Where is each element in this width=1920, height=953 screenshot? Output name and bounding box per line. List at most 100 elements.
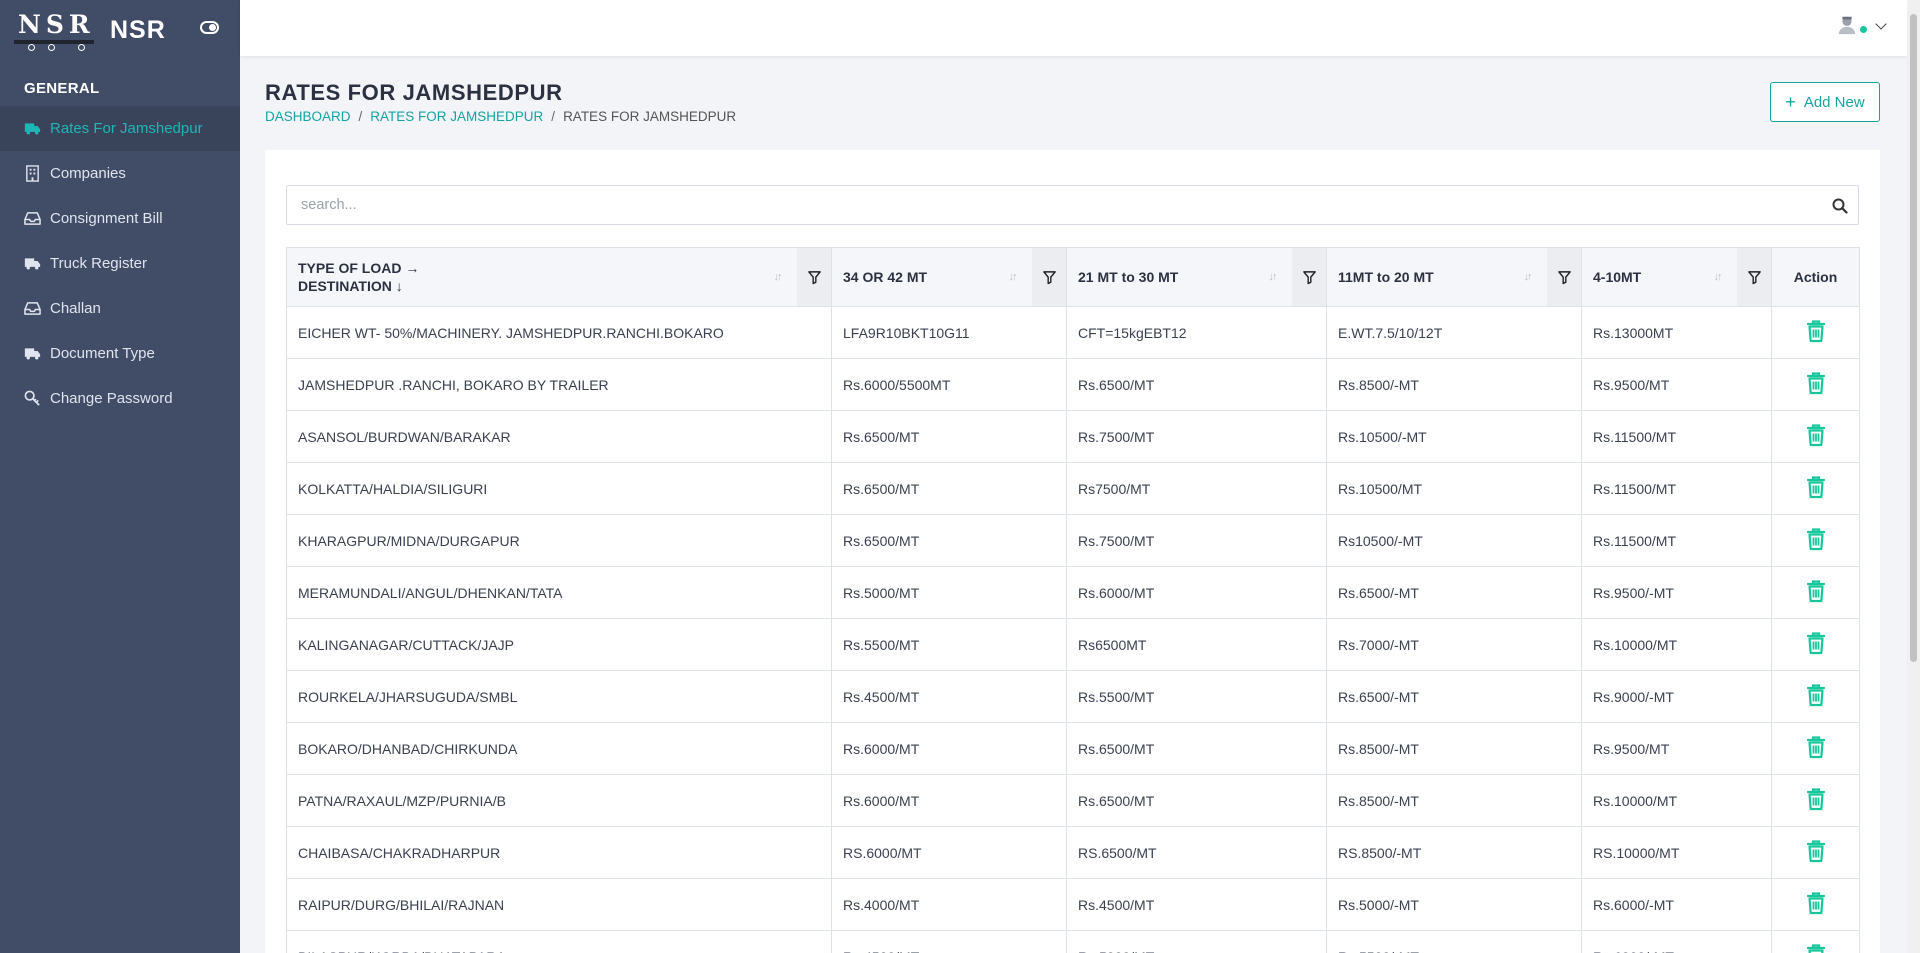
delete-trash-icon[interactable] — [1806, 371, 1826, 395]
header-4-10-mt: 4-10MT — [1593, 269, 1642, 285]
table-cell: Rs.5500/MT — [831, 618, 1067, 671]
table-row: JAMSHEDPUR .RANCHI, BOKARO BY TRAILER Rs.… — [286, 358, 1860, 411]
sidebar-item-challan[interactable]: Challan — [0, 286, 240, 331]
user-avatar-icon[interactable] — [1836, 14, 1858, 36]
delete-trash-icon[interactable] — [1806, 527, 1826, 551]
header-destination: DESTINATION ↓ — [298, 278, 403, 294]
truck-icon — [22, 119, 42, 139]
delete-trash-icon[interactable] — [1806, 683, 1826, 707]
brand-name: NSR — [110, 15, 166, 44]
table-cell: Rs.6500/-MT — [1326, 566, 1582, 619]
sidebar-item-label: Challan — [50, 300, 101, 317]
delete-trash-icon[interactable] — [1806, 787, 1826, 811]
table-cell: Rs.7500/MT — [1066, 410, 1327, 463]
breadcrumb-rates[interactable]: RATES FOR JAMSHEDPUR — [370, 109, 543, 124]
table-cell: Rs.6000/MT — [831, 722, 1067, 775]
sidebar-item-label: Truck Register — [50, 255, 147, 272]
action-cell — [1771, 462, 1860, 515]
sidebar-item-companies[interactable]: Companies — [0, 151, 240, 196]
table-cell: Rs.6500/MT — [831, 462, 1067, 515]
table-cell: Rs.6500/-MT — [1326, 670, 1582, 723]
filter-icon[interactable] — [1292, 248, 1326, 306]
delete-trash-icon[interactable] — [1806, 475, 1826, 499]
breadcrumb-dashboard[interactable]: DASHBOARD — [265, 109, 351, 124]
table-cell: Rs.6500/MT — [1066, 774, 1327, 827]
logo[interactable]: NSR — [14, 10, 94, 51]
table-cell: Rs.4500/MT — [831, 670, 1067, 723]
table-cell: Rs.6000/-MT — [1581, 878, 1772, 931]
table-cell: Rs.4500/MT — [1066, 878, 1327, 931]
table-cell: KALINGANAGAR/CUTTACK/JAJP — [286, 618, 832, 671]
sort-icon[interactable]: ↓↑ — [1707, 271, 1727, 283]
search-icon[interactable] — [1832, 198, 1848, 214]
filter-icon[interactable] — [1547, 248, 1581, 306]
sidebar-item-label: Change Password — [50, 390, 173, 407]
table-cell: Rs.8500/-MT — [1326, 774, 1582, 827]
sidebar-item-label: Rates For Jamshedpur — [50, 120, 203, 137]
table-cell: LFA9R10BKT10G11 — [831, 306, 1067, 359]
sidebar-item-document-type[interactable]: Document Type — [0, 331, 240, 376]
table-row: BOKARO/DHANBAD/CHIRKUNDA Rs.6000/MT Rs.650… — [286, 722, 1860, 775]
scrollbar-thumb[interactable] — [1910, 14, 1917, 662]
filter-icon[interactable] — [797, 248, 831, 306]
truck-icon — [22, 254, 42, 274]
table-cell: Rs.8500/-MT — [1326, 358, 1582, 411]
table-cell: KHARAGPUR/MIDNA/DURGAPUR — [286, 514, 832, 567]
action-cell — [1771, 358, 1860, 411]
delete-trash-icon[interactable] — [1806, 891, 1826, 915]
table-cell: RAIPUR/DURG/BHILAI/RAJNAN — [286, 878, 832, 931]
sidebar-item-label: Document Type — [50, 345, 155, 362]
table-cell: Rs.10500/-MT — [1326, 410, 1582, 463]
sidebar-item-label: Consignment Bill — [50, 210, 163, 227]
table-cell: Rs.9500/-MT — [1581, 566, 1772, 619]
delete-trash-icon[interactable] — [1806, 735, 1826, 759]
col-4-10-mt: 4-10MT ↓↑ — [1581, 247, 1772, 307]
sidebar-nav: Rates For Jamshedpur Companies Consignment… — [0, 106, 240, 421]
sidebar-toggle-icon[interactable] — [200, 21, 219, 34]
plus-icon: + — [1785, 92, 1796, 112]
sidebar-item-truck-register[interactable]: Truck Register — [0, 241, 240, 286]
table-cell: Rs.5000/MT — [1066, 930, 1327, 953]
user-menu[interactable] — [1836, 14, 1887, 36]
table-row: ASANSOL/BURDWAN/BARAKAR Rs.6500/MT Rs.7500… — [286, 410, 1860, 463]
header-21-30-mt: 21 MT to 30 MT — [1078, 269, 1179, 285]
delete-trash-icon[interactable] — [1806, 839, 1826, 863]
table-cell: RS.8500/-MT — [1326, 826, 1582, 879]
delete-trash-icon[interactable] — [1806, 423, 1826, 447]
table-header-row: TYPE OF LOAD → DESTINATION ↓ ↓↑ 34 OR 42 … — [286, 247, 1860, 307]
sidebar-item-rates-for-jamshedpur[interactable]: Rates For Jamshedpur — [0, 106, 240, 151]
sort-icon[interactable]: ↓↑ — [1262, 271, 1282, 283]
page-scrollbar[interactable] — [1907, 0, 1920, 953]
action-cell — [1771, 878, 1860, 931]
header-11-20-mt: 11MT to 20 MT — [1338, 269, 1434, 285]
table-cell: Rs.7000/-MT — [1326, 618, 1582, 671]
table-cell: Rs.6500/MT — [1066, 722, 1327, 775]
online-status-dot — [1860, 25, 1867, 33]
table-cell: Rs.13000MT — [1581, 306, 1772, 359]
delete-trash-icon[interactable] — [1806, 943, 1826, 953]
sort-icon[interactable]: ↓↑ — [1002, 271, 1022, 283]
add-new-button[interactable]: + Add New — [1770, 82, 1880, 122]
table-cell: KOLKATTA/HALDIA/SILIGURI — [286, 462, 832, 515]
table-cell: Rs7500/MT — [1066, 462, 1327, 515]
sidebar-item-consignment-bill[interactable]: Consignment Bill — [0, 196, 240, 241]
sort-icon[interactable]: ↓↑ — [767, 271, 787, 283]
action-cell — [1771, 774, 1860, 827]
table-row: KOLKATTA/HALDIA/SILIGURI Rs.6500/MT Rs7500… — [286, 462, 1860, 515]
chevron-down-icon[interactable] — [1875, 18, 1887, 30]
sidebar-item-change-password[interactable]: Change Password — [0, 376, 240, 421]
table-cell: Rs.6500/MT — [1066, 358, 1327, 411]
breadcrumb: DASHBOARD / RATES FOR JAMSHEDPUR / RATES… — [265, 109, 737, 124]
table-cell: BILASPUR/KORBA/BHATAPARA — [286, 930, 832, 953]
search-input[interactable] — [287, 186, 1858, 224]
table-cell: ROURKELA/JHARSUGUDA/SMBL — [286, 670, 832, 723]
search-box — [286, 185, 1859, 225]
delete-trash-icon[interactable] — [1806, 631, 1826, 655]
delete-trash-icon[interactable] — [1806, 319, 1826, 343]
delete-trash-icon[interactable] — [1806, 579, 1826, 603]
filter-icon[interactable] — [1737, 248, 1771, 306]
filter-icon[interactable] — [1032, 248, 1066, 306]
table-cell: Rs.6000/5500MT — [831, 358, 1067, 411]
sort-icon[interactable]: ↓↑ — [1517, 271, 1537, 283]
table-row: KALINGANAGAR/CUTTACK/JAJP Rs.5500/MT Rs650… — [286, 618, 1860, 671]
